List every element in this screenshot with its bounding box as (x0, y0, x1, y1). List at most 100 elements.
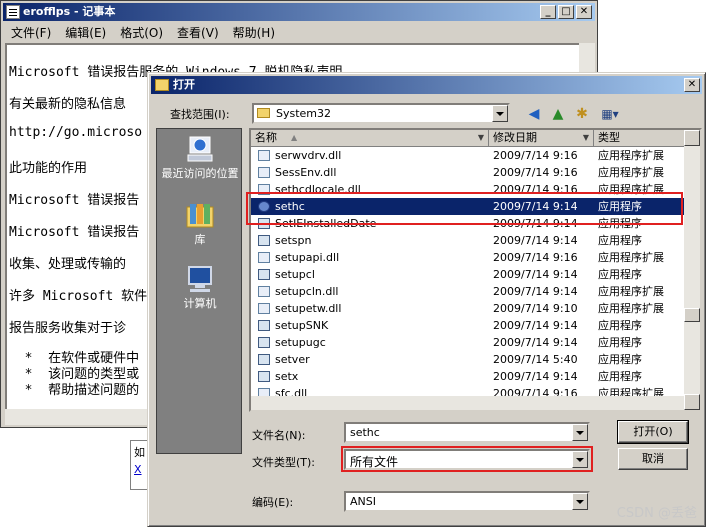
scroll-up-button[interactable] (684, 130, 700, 146)
file-name-cell: setupcl (275, 268, 315, 281)
file-name-cell: setupSNK (275, 319, 329, 332)
place-computer[interactable]: 计算机 (157, 265, 243, 311)
background-dialog-text: 如 (134, 446, 145, 459)
column-header-type[interactable]: 类型 (594, 130, 686, 147)
column-header-type-label: 类型 (598, 131, 620, 144)
dll-file-icon (258, 252, 270, 263)
file-name-label: 文件名(N): (252, 429, 306, 442)
file-date-cell: 2009/7/14 9:14 (493, 319, 578, 332)
open-dialog-title: 打开 (173, 78, 195, 91)
encoding-dropdown[interactable]: ANSI (344, 491, 590, 512)
file-type-cell: 应用程序 (598, 234, 642, 247)
up-folder-icon[interactable]: ▲ (547, 103, 569, 125)
menu-edit[interactable]: 编辑(E) (57, 24, 112, 41)
scroll-thumb[interactable] (684, 308, 700, 322)
file-name-cell: setspn (275, 234, 312, 247)
chevron-down-icon[interactable]: ▼ (478, 130, 484, 146)
folder-icon (155, 79, 169, 91)
file-date-cell: 2009/7/14 9:14 (493, 268, 578, 281)
minimize-button[interactable]: _ (540, 5, 556, 19)
file-name-input[interactable]: sethc (344, 422, 590, 443)
dialog-close-button[interactable]: ✕ (684, 78, 700, 92)
application-icon (258, 235, 270, 246)
text-line: * 帮助描述问题的 (9, 383, 140, 398)
file-type-cell: 应用程序扩展 (598, 302, 664, 315)
column-header-date-label: 修改日期 (493, 131, 537, 144)
file-row[interactable]: setupugc 2009/7/14 9:14 应用程序 (251, 334, 686, 351)
file-list-vertical-scrollbar[interactable] (684, 130, 700, 410)
place-computer-label: 计算机 (183, 297, 217, 310)
file-row[interactable]: serwvdrv.dll 2009/7/14 9:16 应用程序扩展 (251, 147, 686, 164)
scroll-down-button[interactable] (684, 394, 700, 410)
application-icon (258, 371, 270, 382)
close-button[interactable]: ✕ (576, 5, 592, 19)
file-date-cell: 2009/7/14 9:14 (493, 336, 578, 349)
text-line: 许多 Microsoft 软件 (9, 289, 148, 304)
menu-help[interactable]: 帮助(H) (225, 24, 281, 41)
place-libraries-label: 库 (194, 233, 206, 246)
file-row[interactable]: setspn 2009/7/14 9:14 应用程序 (251, 232, 686, 249)
column-header-name[interactable]: 名称 ▲ ▼ (251, 130, 489, 147)
file-row[interactable]: setupSNK 2009/7/14 9:14 应用程序 (251, 317, 686, 334)
file-row[interactable]: setver 2009/7/14 5:40 应用程序 (251, 351, 686, 368)
open-dialog: 打开 ✕ 查找范围(I): System32 ◀ ▲ ✱ ▦▾ 最近访问的位置 (147, 72, 706, 527)
encoding-label: 编码(E): (252, 496, 294, 509)
file-row[interactable]: setupapi.dll 2009/7/14 9:16 应用程序扩展 (251, 249, 686, 266)
places-bar: 最近访问的位置 库 计算机 (156, 128, 242, 454)
file-type-cell: 应用程序扩展 (598, 166, 664, 179)
open-button[interactable]: 打开(O) (617, 420, 689, 444)
chevron-down-icon[interactable] (492, 105, 508, 122)
column-header-date[interactable]: 修改日期 ▼ (489, 130, 594, 147)
notepad-title-bar[interactable]: erofflps - 记事本 _ □ ✕ (3, 3, 595, 21)
back-icon[interactable]: ◀ (523, 103, 545, 125)
text-line: 报告服务收集对于诊 (9, 321, 127, 336)
file-row[interactable]: SessEnv.dll 2009/7/14 9:16 应用程序扩展 (251, 164, 686, 181)
sort-ascending-icon: ▲ (291, 133, 298, 142)
dll-file-icon (258, 303, 270, 314)
view-menu-icon[interactable]: ▦▾ (597, 103, 623, 125)
file-type-cell: 应用程序 (598, 353, 642, 366)
menu-view[interactable]: 查看(V) (169, 24, 225, 41)
application-icon (258, 320, 270, 331)
file-row[interactable]: setupcln.dll 2009/7/14 9:14 应用程序扩展 (251, 283, 686, 300)
place-libraries[interactable]: 库 (157, 201, 243, 247)
new-folder-icon[interactable]: ✱ (571, 103, 593, 125)
open-dialog-title-bar[interactable]: 打开 ✕ (151, 76, 702, 94)
look-in-dropdown[interactable]: System32 (252, 103, 510, 124)
maximize-button[interactable]: □ (558, 5, 574, 19)
libraries-icon (186, 204, 214, 228)
notepad-title: erofflps - 记事本 (23, 5, 116, 18)
file-type-label: 文件类型(T): (252, 456, 316, 469)
folder-icon (257, 108, 270, 118)
notepad-menu-bar: 文件(F) 编辑(E) 格式(O) 查看(V) 帮助(H) (3, 22, 595, 42)
cancel-button[interactable]: 取消 (618, 448, 688, 470)
text-line: Microsoft 错误报告 (9, 193, 140, 208)
menu-file[interactable]: 文件(F) (3, 24, 57, 41)
file-date-cell: 2009/7/14 9:16 (493, 149, 578, 162)
text-line: http://go.microso (9, 125, 143, 140)
menu-format[interactable]: 格式(O) (112, 24, 169, 41)
file-type-cell: 应用程序扩展 (598, 251, 664, 264)
highlight-box-sethc (246, 192, 683, 225)
column-header-name-label: 名称 (255, 131, 277, 144)
place-recent[interactable]: 最近访问的位置 (157, 135, 243, 181)
file-name-cell: setx (275, 370, 299, 383)
place-recent-label: 最近访问的位置 (161, 167, 239, 180)
chevron-down-icon[interactable] (572, 493, 588, 510)
file-type-cell: 应用程序扩展 (598, 149, 664, 162)
file-list-horizontal-scrollbar[interactable] (251, 396, 684, 410)
file-list[interactable]: 名称 ▲ ▼ 修改日期 ▼ 类型 serwvdrv.dll 2009/7/14 9… (249, 128, 702, 412)
file-row[interactable]: setupetw.dll 2009/7/14 9:10 应用程序扩展 (251, 300, 686, 317)
chevron-down-icon[interactable] (572, 424, 588, 441)
file-row[interactable]: setx 2009/7/14 9:14 应用程序 (251, 368, 686, 385)
look-in-label: 查找范围(I): (170, 108, 230, 121)
file-type-cell: 应用程序 (598, 370, 642, 383)
file-type-cell: 应用程序 (598, 319, 642, 332)
file-row[interactable]: setupcl 2009/7/14 9:14 应用程序 (251, 266, 686, 283)
file-name-cell: SessEnv.dll (275, 166, 337, 179)
file-date-cell: 2009/7/14 9:14 (493, 285, 578, 298)
file-name-cell: setupugc (275, 336, 326, 349)
chevron-down-icon[interactable]: ▼ (583, 130, 589, 146)
file-name-value: sethc (350, 426, 380, 439)
notepad-icon (6, 5, 20, 19)
